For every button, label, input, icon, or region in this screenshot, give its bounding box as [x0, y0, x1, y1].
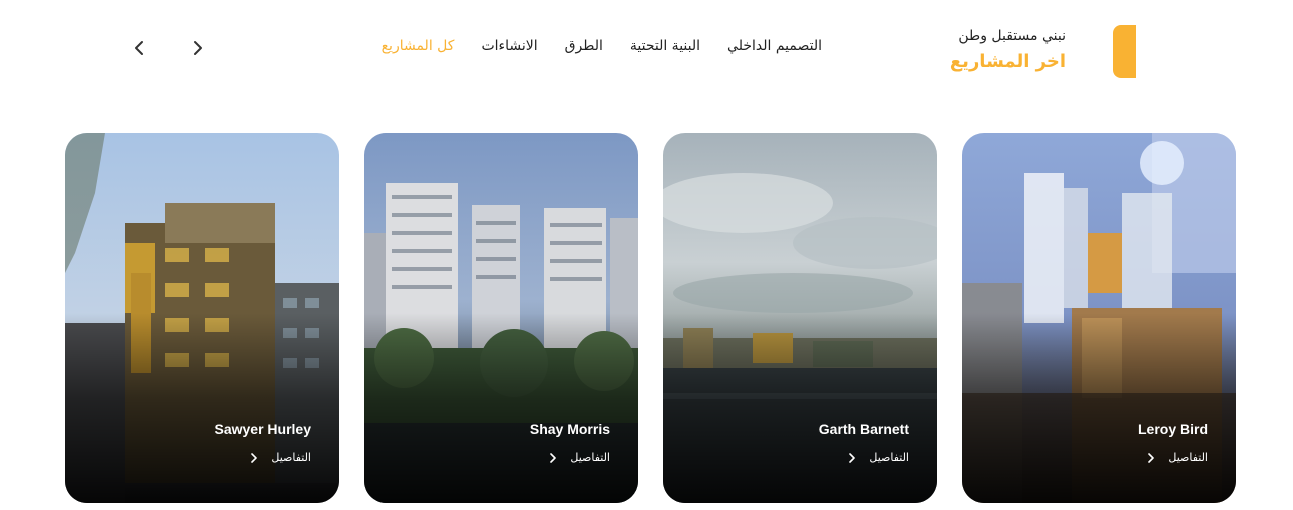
project-name: Sawyer Hurley: [214, 421, 312, 437]
project-name: Leroy Bird: [1137, 421, 1208, 437]
details-label: التفاصيل: [570, 451, 610, 464]
chevron-left-icon: [135, 41, 143, 55]
section-heading: نبني مستقبل وطن اخر المشاريع: [950, 26, 1066, 76]
card-gradient: [962, 313, 1236, 503]
project-card[interactable]: Garth Barnett التفاصيل: [663, 133, 937, 503]
projects-section: نبني مستقبل وطن اخر المشاريع كل المشاريع…: [0, 0, 1293, 510]
details-label: التفاصيل: [1168, 451, 1208, 464]
filter-infrastructure[interactable]: البنية التحتية: [630, 36, 700, 56]
section-title: اخر المشاريع: [949, 51, 1066, 72]
carousel-prev-button[interactable]: [128, 36, 150, 60]
section-subtitle: نبني مستقبل وطن: [958, 28, 1066, 44]
card-gradient: [65, 313, 339, 503]
chevron-right-icon: [849, 452, 856, 463]
details-link[interactable]: التفاصيل: [1148, 451, 1208, 464]
details-label: التفاصيل: [869, 451, 909, 464]
accent-bar: [1113, 25, 1136, 78]
card-gradient: [663, 313, 937, 503]
chevron-right-icon: [1148, 452, 1155, 463]
card-gradient: [364, 313, 638, 503]
project-card[interactable]: Sawyer Hurley التفاصيل: [65, 133, 339, 503]
filter-roads[interactable]: الطرق: [565, 36, 603, 56]
filter-construction[interactable]: الانشاءات: [481, 36, 537, 56]
project-name: Shay Morris: [529, 421, 610, 437]
chevron-right-icon: [550, 452, 557, 463]
carousel-next-button[interactable]: [187, 36, 209, 60]
chevron-right-icon: [194, 41, 202, 55]
details-link[interactable]: التفاصيل: [251, 451, 311, 464]
details-label: التفاصيل: [271, 451, 311, 464]
project-card[interactable]: Leroy Bird التفاصيل: [962, 133, 1236, 503]
filter-all-projects[interactable]: كل المشاريع: [382, 36, 455, 56]
project-name: Garth Barnett: [818, 421, 909, 437]
project-filter-tabs: كل المشاريع الانشاءات الطرق البنية التحت…: [382, 36, 822, 56]
project-card[interactable]: Shay Morris التفاصيل: [364, 133, 638, 503]
chevron-right-icon: [251, 452, 258, 463]
details-link[interactable]: التفاصيل: [550, 451, 610, 464]
details-link[interactable]: التفاصيل: [849, 451, 909, 464]
filter-interior-design[interactable]: التصميم الداخلي: [727, 36, 822, 56]
